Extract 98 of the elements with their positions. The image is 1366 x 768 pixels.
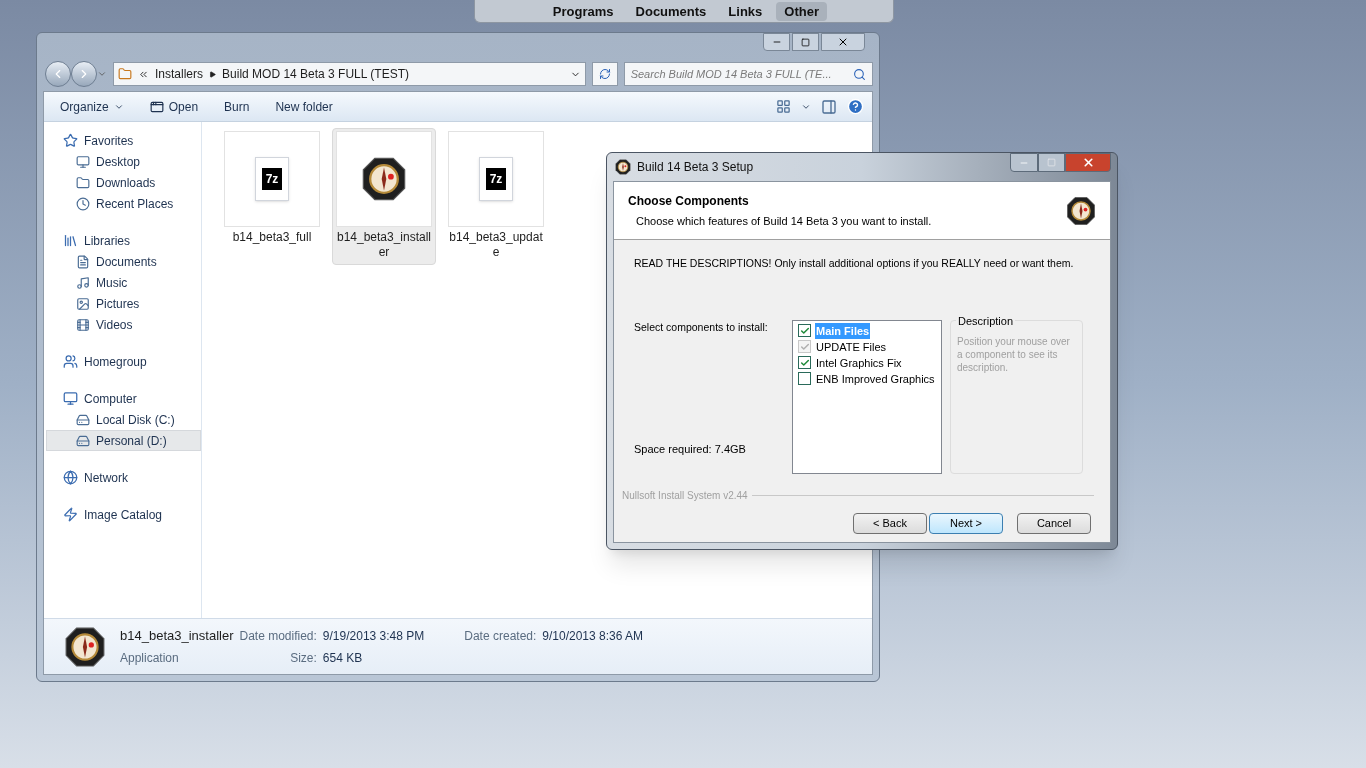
compass-icon bbox=[615, 159, 631, 175]
branding-text: Nullsoft Install System v2.44 bbox=[622, 488, 748, 503]
history-dropdown-icon[interactable] bbox=[97, 69, 107, 79]
toolbar-button[interactable]: Organize bbox=[52, 94, 132, 119]
monitor-icon bbox=[63, 391, 78, 406]
people-icon bbox=[63, 354, 78, 369]
compass-icon bbox=[64, 625, 106, 668]
dialog-button[interactable]: < Back bbox=[853, 512, 927, 534]
forward-button[interactable] bbox=[71, 61, 97, 87]
drive-icon bbox=[76, 433, 90, 448]
sidebar-item[interactable]: Local Disk (C:) bbox=[46, 409, 201, 430]
help-icon[interactable] bbox=[847, 98, 864, 115]
close-button[interactable] bbox=[1065, 153, 1111, 172]
view-icon[interactable] bbox=[776, 99, 791, 114]
toolbar-button[interactable]: New folder bbox=[267, 94, 341, 119]
archive-file-icon: 7z bbox=[255, 157, 289, 201]
top-bar-tab[interactable]: Other bbox=[776, 1, 827, 21]
archive-file-icon: 7z bbox=[479, 157, 513, 201]
refresh-icon bbox=[598, 68, 611, 80]
field-value: 9/19/2013 3:48 PM bbox=[322, 628, 425, 646]
checkbox[interactable] bbox=[798, 372, 811, 386]
dialog-button[interactable]: Next > bbox=[929, 512, 1003, 534]
field-label: Date created: bbox=[464, 628, 537, 646]
film-icon bbox=[76, 317, 90, 332]
sidebar-item[interactable]: Music bbox=[46, 272, 201, 293]
sidebar-group[interactable]: Network bbox=[44, 467, 201, 488]
globe-icon bbox=[63, 470, 78, 485]
picture-icon bbox=[76, 296, 90, 311]
page-subtitle: Choose which features of Build 14 Beta 3 you want to install. bbox=[635, 213, 933, 229]
page-heading: Choose Components bbox=[628, 192, 750, 210]
refresh-button[interactable] bbox=[591, 62, 618, 86]
compass-icon bbox=[1066, 195, 1096, 226]
separator-arrow-icon bbox=[209, 70, 217, 78]
drive-icon bbox=[76, 412, 90, 427]
window-icon bbox=[149, 99, 164, 114]
toolbar-button[interactable]: Burn bbox=[216, 94, 258, 119]
sidebar-group[interactable]: Libraries bbox=[44, 230, 201, 251]
monitor-icon bbox=[76, 154, 90, 169]
sidebar-item[interactable]: Documents bbox=[46, 251, 201, 272]
folder-icon bbox=[118, 67, 132, 81]
maximize-button[interactable] bbox=[1038, 153, 1065, 172]
maximize-icon bbox=[1047, 158, 1056, 167]
close-icon bbox=[837, 36, 849, 48]
sidebar-group[interactable]: Image Catalog bbox=[44, 504, 201, 525]
minimize-button[interactable] bbox=[763, 33, 790, 51]
field-value: 9/10/2013 8:36 AM bbox=[542, 628, 644, 646]
top-bar-tab[interactable]: Links bbox=[720, 1, 771, 21]
checkbox[interactable] bbox=[798, 324, 811, 338]
top-bar-tab[interactable]: Documents bbox=[627, 1, 715, 21]
sidebar-item[interactable]: Personal (D:) bbox=[46, 430, 201, 451]
field-label: Date modified: bbox=[239, 628, 317, 646]
minimize-button[interactable] bbox=[1010, 153, 1038, 172]
document-icon bbox=[76, 254, 90, 269]
dialog-button[interactable]: Cancel bbox=[1017, 512, 1091, 534]
sidebar-item[interactable]: Recent Places bbox=[46, 193, 201, 214]
select-label: Select components to install: bbox=[634, 319, 769, 335]
file-name: b14_beta3_installer bbox=[336, 230, 432, 260]
sidebar-group[interactable]: Computer bbox=[44, 388, 201, 409]
sidebar-item[interactable]: Downloads bbox=[46, 172, 201, 193]
component-label[interactable]: Intel Graphics Fix bbox=[815, 354, 903, 371]
field-label: Size: bbox=[289, 649, 317, 667]
file-name: b14_beta3_update bbox=[448, 230, 544, 260]
sidebar-group[interactable]: Homegroup bbox=[44, 351, 201, 372]
library-icon bbox=[63, 233, 78, 248]
search-field[interactable]: Search Build MOD 14 Beta 3 FULL (TE... bbox=[623, 62, 873, 86]
file-name: b14_beta3_installer bbox=[120, 627, 234, 646]
description-text: Position your mouse over a component to see its description. bbox=[957, 334, 1071, 374]
search-icon bbox=[853, 67, 866, 81]
lightning-icon bbox=[63, 507, 78, 522]
file-name: b14_beta3_full bbox=[231, 230, 313, 245]
sidebar-group[interactable]: Favorites bbox=[44, 130, 201, 151]
space-required: Space required: 7.4GB bbox=[634, 442, 747, 458]
back-button[interactable] bbox=[45, 61, 71, 87]
field-value: 654 KB bbox=[322, 649, 364, 667]
instruction-text: READ THE DESCRIPTIONS! Only install additional options if you REALLY need or want them. bbox=[634, 256, 1075, 271]
sidebar-item[interactable]: Videos bbox=[46, 314, 201, 335]
preview-pane-icon[interactable] bbox=[821, 98, 837, 115]
maximize-button[interactable] bbox=[792, 33, 819, 51]
toolbar-button[interactable]: Open bbox=[141, 94, 207, 119]
sidebar-item[interactable]: Desktop bbox=[46, 151, 201, 172]
clock-icon bbox=[76, 196, 90, 211]
music-note-icon bbox=[76, 275, 90, 290]
component-label[interactable]: ENB Improved Graphics bbox=[815, 370, 936, 387]
window-title: Build 14 Beta 3 Setup bbox=[637, 159, 754, 176]
file-item[interactable]: b14_beta3_installer bbox=[332, 128, 436, 265]
top-bar-tab[interactable]: Programs bbox=[544, 1, 622, 21]
folder-icon bbox=[76, 175, 90, 190]
star-icon bbox=[63, 133, 78, 148]
file-type: Application bbox=[120, 649, 180, 667]
close-button[interactable] bbox=[821, 33, 865, 51]
compass-icon bbox=[361, 156, 407, 202]
maximize-icon bbox=[801, 37, 810, 47]
breadcrumb[interactable]: Build MOD 14 Beta 3 FULL (TEST) bbox=[222, 65, 409, 83]
address-bar[interactable]: Installers Build MOD 14 Beta 3 FULL (TEST) bbox=[113, 62, 586, 86]
checkbox[interactable] bbox=[798, 356, 811, 370]
breadcrumb[interactable]: Installers bbox=[155, 65, 204, 83]
close-icon bbox=[1081, 156, 1095, 169]
sidebar-item[interactable]: Pictures bbox=[46, 293, 201, 314]
